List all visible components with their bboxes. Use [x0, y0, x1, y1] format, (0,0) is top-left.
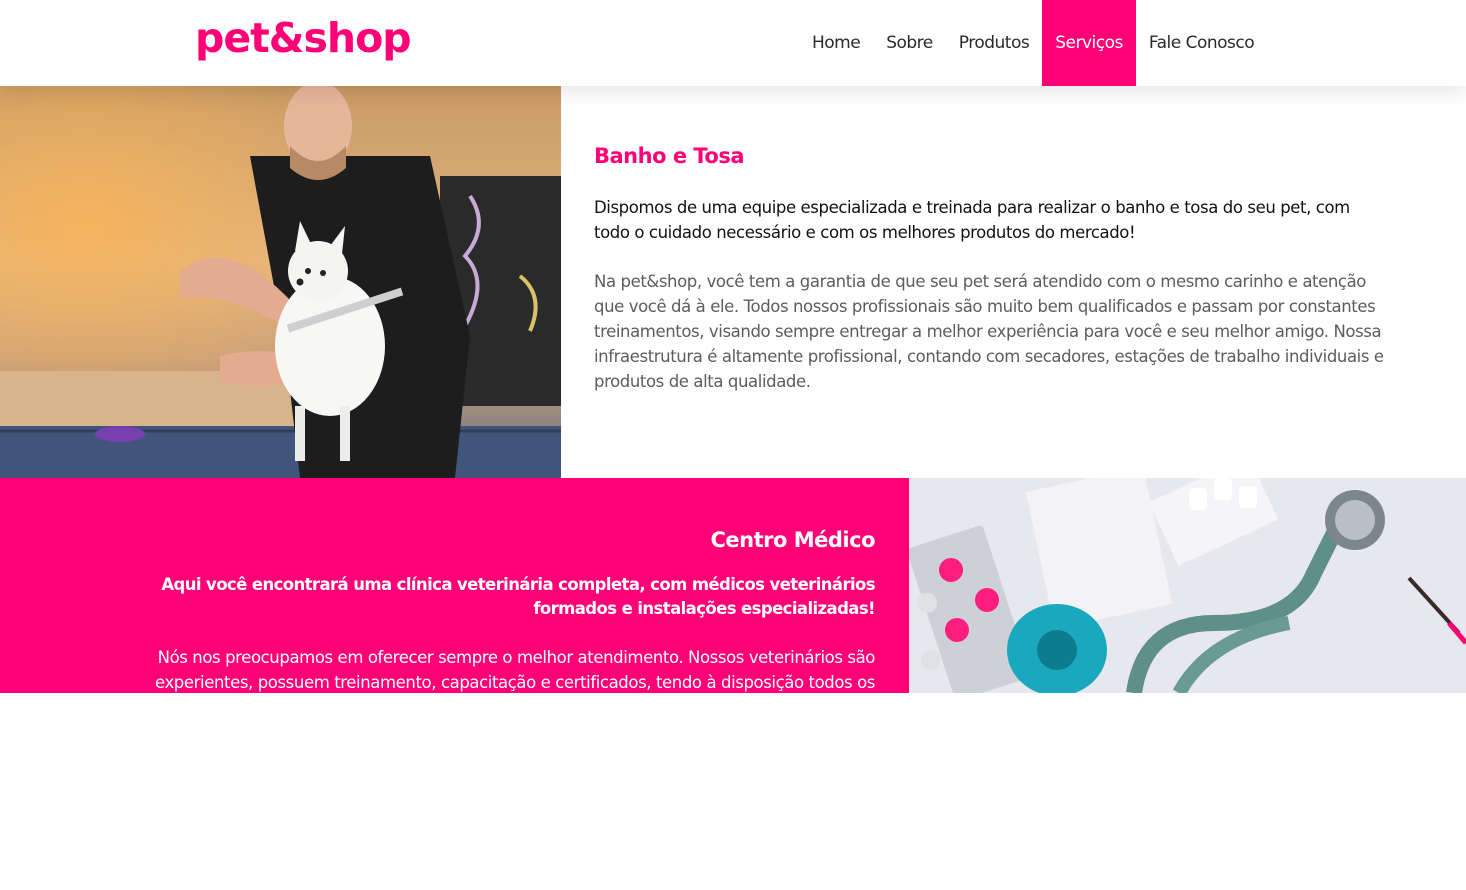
medical-photo — [909, 478, 1466, 693]
medical-description: Nós nos preocupamos em oferecer sempre o… — [154, 648, 875, 692]
grooming-lead: Dispomos de uma equipe especializada e t… — [594, 198, 1350, 242]
grooming-title: Banho e Tosa — [594, 144, 745, 168]
medical-section: Centro Médico Aqui você encontrará uma c… — [0, 478, 1466, 693]
nav-item-sobre[interactable]: Sobre — [873, 0, 946, 86]
medical-title: Centro Médico — [710, 528, 876, 552]
grooming-content: Banho e Tosa Dispomos de uma equipe espe… — [594, 144, 1394, 394]
nav-item-servicos[interactable]: Serviços — [1042, 0, 1136, 86]
main-nav: Home Sobre Produtos Serviços Fale Conosc… — [799, 0, 1267, 86]
grooming-description: Na pet&shop, você tem a garantia de que … — [594, 272, 1384, 391]
site-header: pet&shop Home Sobre Produtos Serviços Fa… — [0, 0, 1466, 86]
nav-item-produtos[interactable]: Produtos — [946, 0, 1042, 86]
grooming-section: Banho e Tosa Dispomos de uma equipe espe… — [0, 86, 1466, 478]
nav-item-fale-conosco[interactable]: Fale Conosco — [1136, 0, 1267, 86]
grooming-photo — [0, 86, 561, 478]
medical-content: Centro Médico Aqui você encontrará uma c… — [100, 528, 876, 693]
medical-lead: Aqui você encontrará uma clínica veterin… — [161, 575, 875, 618]
nav-item-home[interactable]: Home — [799, 0, 873, 86]
site-logo[interactable]: pet&shop — [195, 12, 412, 64]
